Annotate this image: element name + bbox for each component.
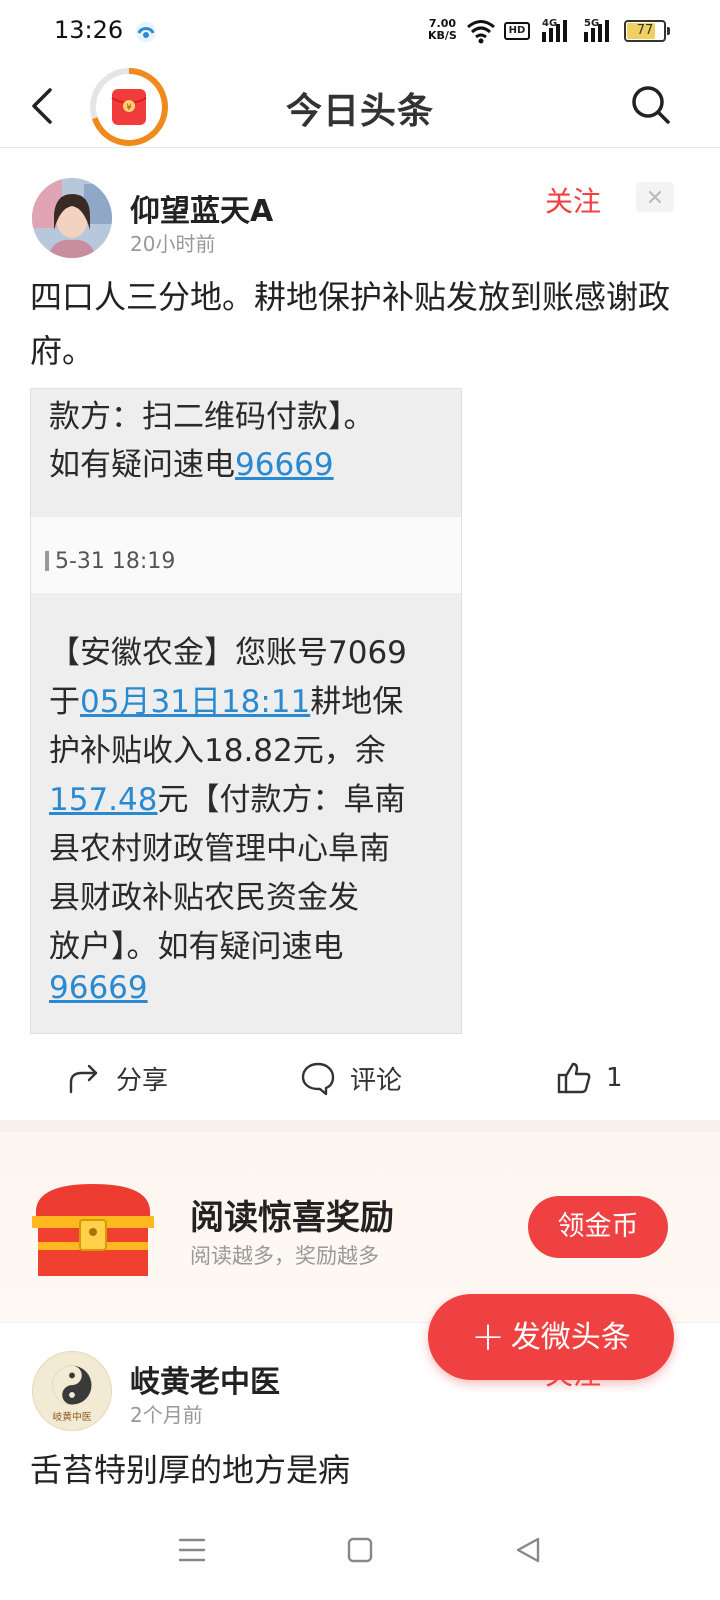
sms-text-line: 县农村财政管理中心阜南 [49,831,390,867]
network-speed: 7.00 KB/S [428,17,457,42]
reward-title: 阅读惊喜奖励 [190,1198,394,1238]
svg-text:岐黄中医: 岐黄中医 [53,1410,92,1423]
treasure-chest-icon [32,1184,154,1276]
thumbs-up-icon [557,1062,591,1094]
post-time: 20小时前 [130,232,216,256]
status-time: 13:26 [54,16,124,44]
author-name[interactable]: 仰望蓝天A [130,186,273,230]
sms-text-line: 于05月31日18:11耕地保 [49,684,404,720]
app-notification-icon [136,22,156,42]
top-app-bar: ¥ 今日头条 [0,62,720,148]
comment-button[interactable]: 评论 [300,1058,402,1098]
post-actions: 分享 评论 1 [0,1040,720,1116]
back-triangle-icon[interactable] [508,1530,548,1570]
menu-icon[interactable] [172,1530,212,1570]
sms-text-line: 如有疑问速电96669 [49,447,334,483]
share-label: 分享 [116,1065,169,1096]
comment-label: 评论 [350,1065,403,1096]
search-icon[interactable] [630,84,672,126]
follow-button[interactable]: 关注 [545,180,601,220]
post-text: 舌苔特别厚的地方是病 [30,1451,351,1489]
sms-text-line: 护补贴收入18.82元，余 [49,733,386,769]
comment-icon [301,1062,335,1096]
claim-coins-button[interactable]: 领金币 [528,1196,668,1258]
sms-text-line: 放户】。如有疑问速电 [49,929,344,965]
sms-amount-link: 157.48 [49,782,158,818]
system-navigation-bar [0,1500,720,1600]
status-bar: 13:26 7.00 KB/S HD 4G 5G 77 [0,0,720,62]
sms-phone-link: 96669 [235,447,334,483]
sms-text-line: 【安徽农金】您账号7069 [49,635,407,671]
fab-label: 发微头条 [510,1320,631,1355]
author-name[interactable]: 岐黄老中医 [130,1357,280,1401]
share-button[interactable]: 分享 [66,1058,168,1098]
share-icon [69,1064,98,1094]
reward-subtitle: 阅读越多，奖励越多 [190,1244,379,1268]
battery-icon: 77 [624,20,666,42]
plus-icon: + [471,1314,505,1360]
sms-screenshot-image[interactable]: 款方：扫二维码付款】。 如有疑问速电96669 5-31 18:19 【安徽农金… [30,388,462,1034]
signal-4g-icon: 4G [540,18,574,44]
post-time: 2个月前 [130,1403,203,1427]
like-count: 1 [606,1063,623,1093]
sms-text-line: 96669 [49,970,148,1006]
sms-phone-link: 96669 [49,970,148,1006]
wifi-icon [467,20,495,44]
author-avatar[interactable] [32,178,112,258]
sms-text-line: 县财政补贴农民资金发 [49,880,359,916]
battery-tip [667,27,670,35]
sms-timestamp: 5-31 18:19 [45,549,175,574]
sms-text-line: 款方：扫二维码付款】。 [49,399,375,435]
post-micro-toutiao-button[interactable]: + 发微头条 [428,1294,674,1380]
hd-voice-icon: HD [504,22,530,40]
author-avatar[interactable]: 岐黄中医 [32,1351,112,1431]
home-icon[interactable] [340,1530,380,1570]
app-title: 今日头条 [285,91,434,132]
like-button[interactable]: 1 [556,1058,623,1098]
section-divider [0,1120,720,1132]
dismiss-button[interactable] [636,182,674,212]
close-icon [648,190,662,204]
sms-text-line: 157.48元【付款方：阜南 [49,782,406,818]
post-text: 四口人三分地。耕地保护补贴发放到账感谢政府。 [30,278,671,370]
sms-date-link: 05月31日18:11 [80,684,311,720]
signal-5g-icon: 5G [582,18,616,44]
